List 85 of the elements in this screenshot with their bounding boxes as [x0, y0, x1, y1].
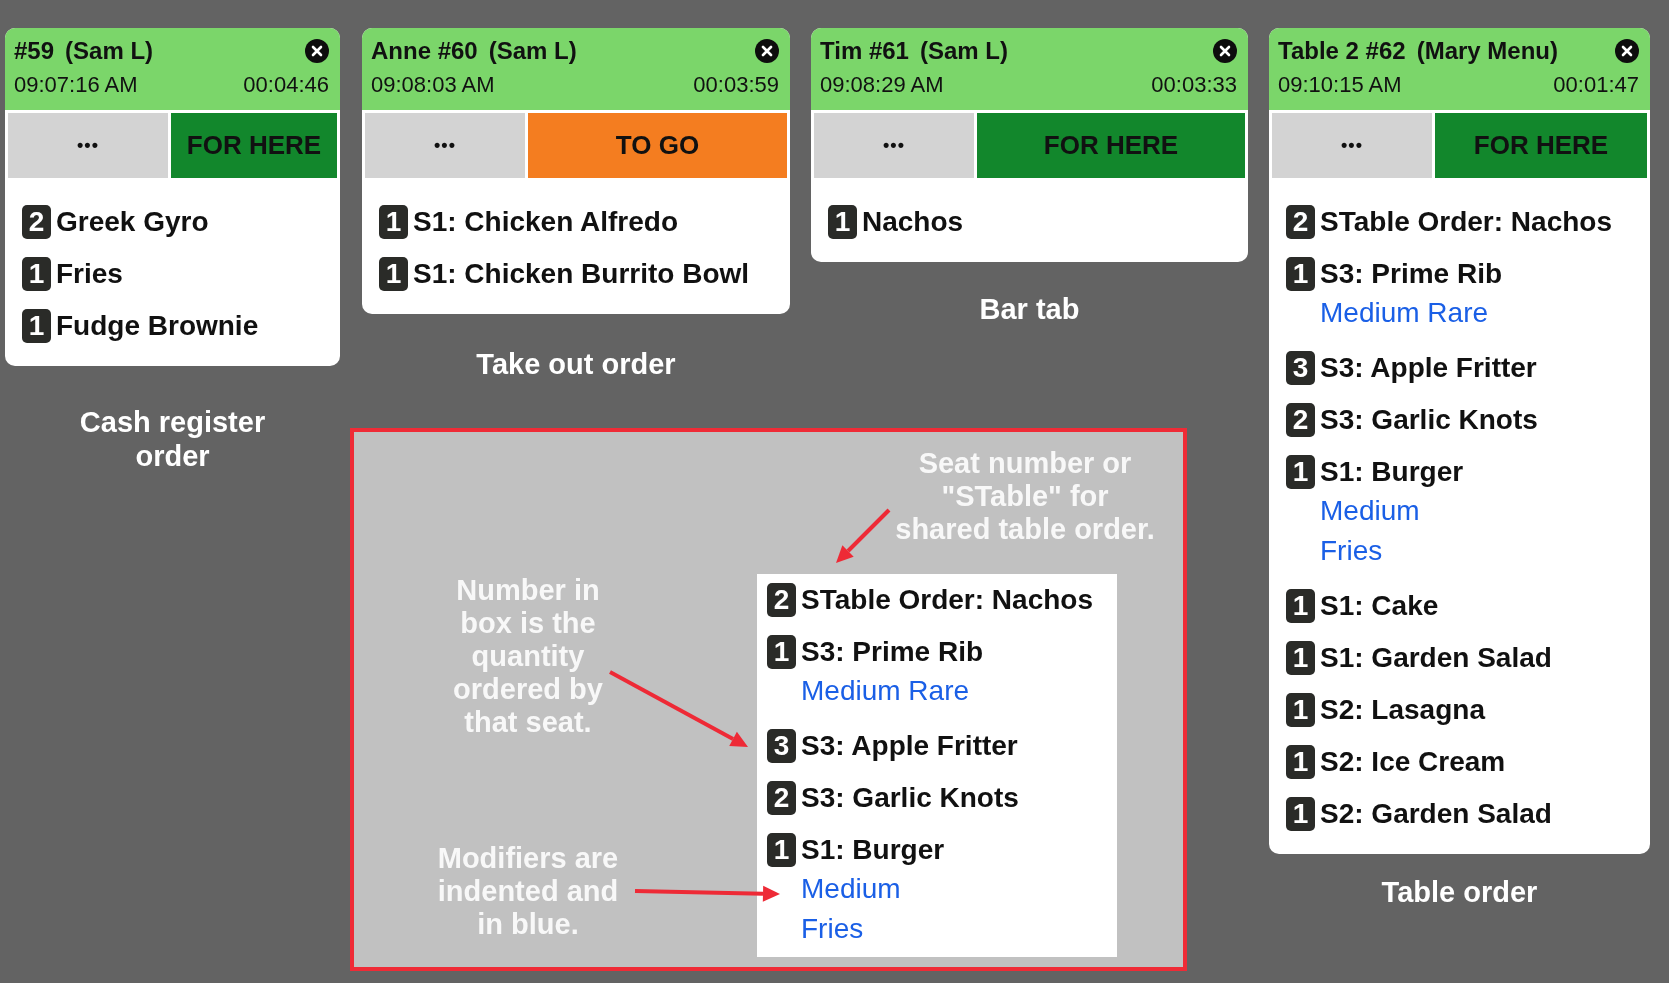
- server-name: (Sam L): [488, 37, 577, 65]
- modifier-text: Fries: [801, 912, 864, 946]
- item-name: Nachos: [862, 206, 964, 238]
- quantity-badge: 1: [1286, 589, 1315, 623]
- item-name: S1: Burger: [801, 834, 945, 866]
- order-title: Tim #61: [820, 37, 909, 65]
- item-name: Fries: [56, 258, 123, 290]
- more-button[interactable]: •••: [814, 113, 974, 178]
- item-name: S1: Cake: [1320, 590, 1439, 622]
- order-caption: Bar tab: [979, 292, 1080, 326]
- quantity-badge: 1: [828, 205, 857, 239]
- quantity-badge: 2: [1286, 403, 1315, 437]
- quantity-badge: 2: [22, 205, 51, 239]
- item-name: S3: Apple Fritter: [1320, 352, 1537, 384]
- quantity-badge: 2: [767, 583, 796, 617]
- service-button[interactable]: FOR HERE: [977, 113, 1245, 178]
- order-title: Table 2 #62: [1278, 37, 1406, 65]
- more-button[interactable]: •••: [365, 113, 525, 178]
- close-button[interactable]: [305, 39, 329, 63]
- close-icon: [305, 39, 329, 63]
- server-name: (Mary Menu): [1416, 37, 1558, 65]
- service-button[interactable]: TO GO: [528, 113, 787, 178]
- item-name: S2: Garden Salad: [1320, 798, 1552, 830]
- item-name: STable Order: Nachos: [1320, 206, 1612, 238]
- server-name: (Sam L): [65, 37, 154, 65]
- order-time: 09:07:16 AM: [14, 72, 138, 98]
- quantity-badge: 1: [22, 309, 51, 343]
- elapsed-timer: 00:01:47: [1553, 72, 1639, 98]
- more-button[interactable]: •••: [1272, 113, 1432, 178]
- elapsed-timer: 00:03:59: [693, 72, 779, 98]
- item-name: S3: Apple Fritter: [801, 730, 1018, 762]
- quantity-badge: 1: [1286, 455, 1315, 489]
- item-name: S3: Garlic Knots: [1320, 404, 1538, 436]
- more-button[interactable]: •••: [8, 113, 168, 178]
- modifier-text: Medium Rare: [1320, 296, 1489, 330]
- item-name: S1: Chicken Alfredo: [413, 206, 678, 238]
- service-button[interactable]: FOR HERE: [1435, 113, 1647, 178]
- order-time: 09:08:03 AM: [371, 72, 495, 98]
- order-title: Anne #60: [371, 37, 478, 65]
- modifier-text: Medium Rare: [801, 674, 970, 708]
- order-caption: Take out order: [476, 347, 676, 381]
- quantity-badge: 2: [767, 781, 796, 815]
- quantity-badge: 2: [1286, 205, 1315, 239]
- order-caption: Table order: [1381, 875, 1538, 909]
- close-icon: [1615, 39, 1639, 63]
- close-button[interactable]: [1615, 39, 1639, 63]
- item-name: S3: Garlic Knots: [801, 782, 1019, 814]
- modifier-text: Medium: [1320, 494, 1420, 528]
- order-title: #59: [14, 37, 55, 65]
- modifier-text: Fries: [1320, 534, 1383, 568]
- quantity-badge: 1: [379, 205, 408, 239]
- service-button[interactable]: FOR HERE: [171, 113, 337, 178]
- item-name: S3: Prime Rib: [1320, 258, 1503, 290]
- close-icon: [755, 39, 779, 63]
- item-name: STable Order: Nachos: [801, 584, 1093, 616]
- elapsed-timer: 00:04:46: [243, 72, 329, 98]
- item-name: S2: Ice Cream: [1320, 746, 1506, 778]
- quantity-badge: 1: [767, 833, 796, 867]
- quantity-badge: 3: [1286, 351, 1315, 385]
- item-name: Fudge Brownie: [56, 310, 259, 342]
- close-button[interactable]: [1213, 39, 1237, 63]
- quantity-badge: 1: [1286, 745, 1315, 779]
- server-name: (Sam L): [919, 37, 1008, 65]
- quantity-badge: 1: [22, 257, 51, 291]
- quantity-badge: 1: [1286, 257, 1315, 291]
- quantity-badge: 1: [767, 635, 796, 669]
- modifier-text: Medium: [801, 872, 901, 906]
- item-name: S3: Prime Rib: [801, 636, 984, 668]
- item-name: S1: Chicken Burrito Bowl: [413, 258, 750, 290]
- close-button[interactable]: [755, 39, 779, 63]
- quantity-badge: 1: [1286, 641, 1315, 675]
- order-caption: Cash register order: [78, 405, 267, 473]
- elapsed-timer: 00:03:33: [1151, 72, 1237, 98]
- quantity-badge: 3: [767, 729, 796, 763]
- item-name: S2: Lasagna: [1320, 694, 1485, 726]
- order-time: 09:08:29 AM: [820, 72, 944, 98]
- item-name: S1: Burger: [1320, 456, 1464, 488]
- item-name: S1: Garden Salad: [1320, 642, 1552, 674]
- quantity-badge: 1: [379, 257, 408, 291]
- quantity-badge: 1: [1286, 693, 1315, 727]
- annotation-arrow: [836, 508, 891, 563]
- close-icon: [1213, 39, 1237, 63]
- quantity-badge: 1: [1286, 797, 1315, 831]
- order-time: 09:10:15 AM: [1278, 72, 1402, 98]
- item-name: Greek Gyro: [56, 206, 209, 238]
